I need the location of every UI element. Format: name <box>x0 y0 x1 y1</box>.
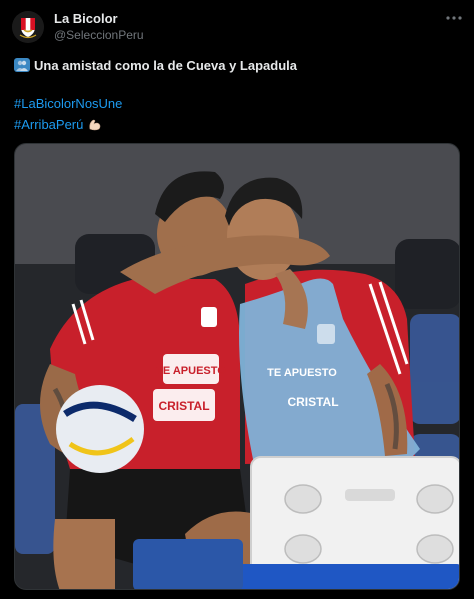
more-options-button[interactable] <box>444 8 464 28</box>
jersey-left-sponsor-1: TE APUESTO <box>156 365 226 377</box>
jersey-right-sponsor-2: CRISTAL <box>287 395 338 409</box>
hashtag-arribaperu[interactable]: #ArribaPerú <box>14 117 83 132</box>
account-name[interactable]: La Bicolor <box>54 11 118 26</box>
tweet-text: Una amistad como la de Cueva y Lapadula <box>14 58 460 74</box>
people-hugging-emoji <box>14 58 30 72</box>
peru-federation-crest-icon <box>12 11 44 43</box>
tweet-photo[interactable]: TE APUESTO CRISTAL TE APUESTO CRISTAL <box>14 143 460 590</box>
more-horizontal-icon <box>446 16 462 20</box>
players-photo-illustration: TE APUESTO CRISTAL TE APUESTO CRISTAL <box>15 144 459 589</box>
tweet-card: La Bicolor @SeleccionPeru Una amistad co… <box>0 0 474 599</box>
flexed-biceps-emoji <box>89 119 101 131</box>
tweet-body: Una amistad como la de Cueva y Lapadula <box>34 58 297 73</box>
account-handle[interactable]: @SeleccionPeru <box>54 28 144 42</box>
hashtag-arribaperu-line: #ArribaPerú <box>14 116 103 132</box>
jersey-left-sponsor-2: CRISTAL <box>158 399 209 413</box>
account-avatar[interactable] <box>12 11 44 43</box>
hashtag-labicolornosune[interactable]: #LaBicolorNosUne <box>14 96 122 111</box>
jersey-right-sponsor-1: TE APUESTO <box>267 367 337 379</box>
